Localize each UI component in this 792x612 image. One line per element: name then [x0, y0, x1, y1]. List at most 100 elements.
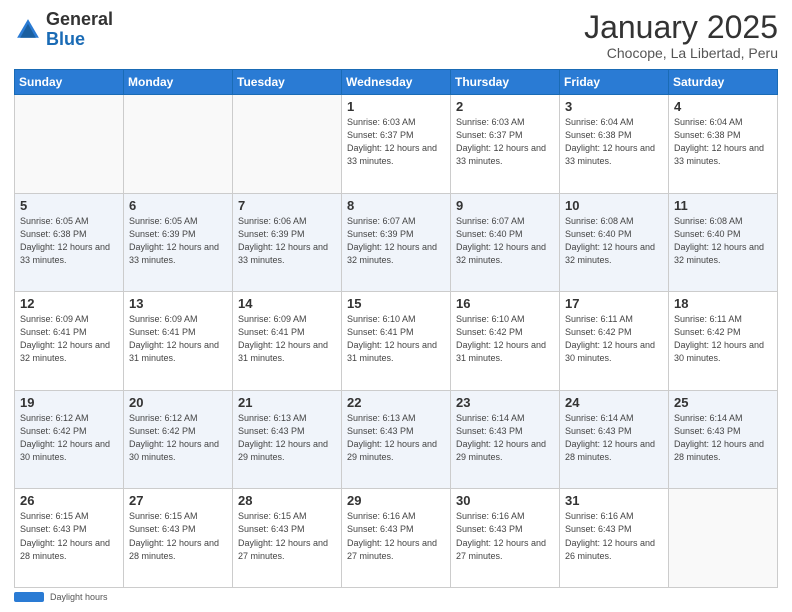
calendar-header-row: Sunday Monday Tuesday Wednesday Thursday… [15, 70, 778, 95]
table-row: 26 Sunrise: 6:15 AMSunset: 6:43 PMDayligh… [15, 489, 124, 588]
day-info: Sunrise: 6:11 AMSunset: 6:42 PMDaylight:… [565, 313, 663, 365]
daylight-label: Daylight hours [50, 592, 108, 602]
table-row [233, 95, 342, 194]
day-number: 2 [456, 99, 554, 114]
table-row [124, 95, 233, 194]
day-number: 16 [456, 296, 554, 311]
table-row: 23 Sunrise: 6:14 AMSunset: 6:43 PMDayligh… [451, 390, 560, 489]
day-info: Sunrise: 6:12 AMSunset: 6:42 PMDaylight:… [20, 412, 118, 464]
day-info: Sunrise: 6:11 AMSunset: 6:42 PMDaylight:… [674, 313, 772, 365]
footer: Daylight hours [14, 592, 778, 602]
day-number: 20 [129, 395, 227, 410]
header: General Blue January 2025 Chocope, La Li… [14, 10, 778, 61]
table-row: 22 Sunrise: 6:13 AMSunset: 6:43 PMDayligh… [342, 390, 451, 489]
table-row: 27Sunrise: 6:15 AMSunset: 6:43 PMDayligh… [124, 489, 233, 588]
day-info: Sunrise: 6:16 AMSunset: 6:43 PMDaylight:… [565, 510, 663, 562]
col-saturday: Saturday [669, 70, 778, 95]
day-info: Sunrise: 6:07 AMSunset: 6:39 PMDaylight:… [347, 215, 445, 267]
table-row: 8 Sunrise: 6:07 AMSunset: 6:39 PMDaylight… [342, 193, 451, 292]
col-tuesday: Tuesday [233, 70, 342, 95]
day-info: Sunrise: 6:03 AMSunset: 6:37 PMDaylight:… [347, 116, 445, 168]
day-info: Sunrise: 6:16 AMSunset: 6:43 PMDaylight:… [456, 510, 554, 562]
day-info: Sunrise: 6:09 AMSunset: 6:41 PMDaylight:… [129, 313, 227, 365]
day-number: 4 [674, 99, 772, 114]
day-info: Sunrise: 6:09 AMSunset: 6:41 PMDaylight:… [20, 313, 118, 365]
table-row: 15Sunrise: 6:10 AMSunset: 6:41 PMDayligh… [342, 292, 451, 391]
table-row: 21 Sunrise: 6:13 AMSunset: 6:43 PMDayligh… [233, 390, 342, 489]
day-info: Sunrise: 6:14 AMSunset: 6:43 PMDaylight:… [674, 412, 772, 464]
day-info: Sunrise: 6:06 AMSunset: 6:39 PMDaylight:… [238, 215, 336, 267]
day-info: Sunrise: 6:13 AMSunset: 6:43 PMDaylight:… [347, 412, 445, 464]
logo-general: General [46, 10, 113, 30]
day-number: 17 [565, 296, 663, 311]
table-row: 19 Sunrise: 6:12 AMSunset: 6:42 PMDayligh… [15, 390, 124, 489]
day-info: Sunrise: 6:10 AMSunset: 6:42 PMDaylight:… [456, 313, 554, 365]
day-number: 8 [347, 198, 445, 213]
day-number: 7 [238, 198, 336, 213]
day-info: Sunrise: 6:03 AMSunset: 6:37 PMDaylight:… [456, 116, 554, 168]
logo: General Blue [14, 10, 113, 50]
table-row: 31 Sunrise: 6:16 AMSunset: 6:43 PMDayligh… [560, 489, 669, 588]
table-row: 11 Sunrise: 6:08 AMSunset: 6:40 PMDayligh… [669, 193, 778, 292]
table-row: 7 Sunrise: 6:06 AMSunset: 6:39 PMDaylight… [233, 193, 342, 292]
day-info: Sunrise: 6:13 AMSunset: 6:43 PMDaylight:… [238, 412, 336, 464]
day-info: Sunrise: 6:15 AMSunset: 6:43 PMDaylight:… [20, 510, 118, 562]
day-number: 21 [238, 395, 336, 410]
table-row: 4 Sunrise: 6:04 AMSunset: 6:38 PMDaylight… [669, 95, 778, 194]
col-monday: Monday [124, 70, 233, 95]
table-row: 17 Sunrise: 6:11 AMSunset: 6:42 PMDayligh… [560, 292, 669, 391]
calendar-table: Sunday Monday Tuesday Wednesday Thursday… [14, 69, 778, 588]
table-row: 10Sunrise: 6:08 AMSunset: 6:40 PMDayligh… [560, 193, 669, 292]
table-row: 25 Sunrise: 6:14 AMSunset: 6:43 PMDayligh… [669, 390, 778, 489]
day-number: 27 [129, 493, 227, 508]
day-number: 13 [129, 296, 227, 311]
day-number: 5 [20, 198, 118, 213]
day-number: 1 [347, 99, 445, 114]
page: General Blue January 2025 Chocope, La Li… [0, 0, 792, 612]
table-row [15, 95, 124, 194]
day-number: 24 [565, 395, 663, 410]
table-row: 6Sunrise: 6:05 AMSunset: 6:39 PMDaylight… [124, 193, 233, 292]
day-number: 26 [20, 493, 118, 508]
day-number: 22 [347, 395, 445, 410]
table-row: 1 Sunrise: 6:03 AMSunset: 6:37 PMDaylight… [342, 95, 451, 194]
table-row [669, 489, 778, 588]
table-row: 30 Sunrise: 6:16 AMSunset: 6:43 PMDayligh… [451, 489, 560, 588]
daylight-bar [14, 592, 44, 602]
day-number: 15 [347, 296, 445, 311]
table-row: 13 Sunrise: 6:09 AMSunset: 6:41 PMDayligh… [124, 292, 233, 391]
col-sunday: Sunday [15, 70, 124, 95]
day-number: 25 [674, 395, 772, 410]
day-number: 23 [456, 395, 554, 410]
day-info: Sunrise: 6:15 AMSunset: 6:43 PMDaylight:… [238, 510, 336, 562]
title-block: January 2025 Chocope, La Libertad, Peru [584, 10, 778, 61]
day-info: Sunrise: 6:09 AMSunset: 6:41 PMDaylight:… [238, 313, 336, 365]
day-number: 10 [565, 198, 663, 213]
table-row: 16 Sunrise: 6:10 AMSunset: 6:42 PMDayligh… [451, 292, 560, 391]
month-title: January 2025 [584, 10, 778, 45]
day-number: 19 [20, 395, 118, 410]
col-wednesday: Wednesday [342, 70, 451, 95]
table-row: 12Sunrise: 6:09 AMSunset: 6:41 PMDayligh… [15, 292, 124, 391]
day-number: 11 [674, 198, 772, 213]
subtitle: Chocope, La Libertad, Peru [584, 45, 778, 61]
day-info: Sunrise: 6:04 AMSunset: 6:38 PMDaylight:… [565, 116, 663, 168]
table-row: 5 Sunrise: 6:05 AMSunset: 6:38 PMDaylight… [15, 193, 124, 292]
table-row: 18 Sunrise: 6:11 AMSunset: 6:42 PMDayligh… [669, 292, 778, 391]
col-thursday: Thursday [451, 70, 560, 95]
calendar-week-row: 1 Sunrise: 6:03 AMSunset: 6:37 PMDaylight… [15, 95, 778, 194]
day-info: Sunrise: 6:04 AMSunset: 6:38 PMDaylight:… [674, 116, 772, 168]
day-info: Sunrise: 6:05 AMSunset: 6:38 PMDaylight:… [20, 215, 118, 267]
day-info: Sunrise: 6:14 AMSunset: 6:43 PMDaylight:… [456, 412, 554, 464]
day-info: Sunrise: 6:08 AMSunset: 6:40 PMDaylight:… [674, 215, 772, 267]
table-row: 2 Sunrise: 6:03 AMSunset: 6:37 PMDaylight… [451, 95, 560, 194]
day-number: 18 [674, 296, 772, 311]
day-info: Sunrise: 6:05 AMSunset: 6:39 PMDaylight:… [129, 215, 227, 267]
logo-blue: Blue [46, 30, 113, 50]
day-number: 31 [565, 493, 663, 508]
day-number: 30 [456, 493, 554, 508]
table-row: 29Sunrise: 6:16 AMSunset: 6:43 PMDayligh… [342, 489, 451, 588]
day-number: 28 [238, 493, 336, 508]
day-number: 29 [347, 493, 445, 508]
day-info: Sunrise: 6:14 AMSunset: 6:43 PMDaylight:… [565, 412, 663, 464]
